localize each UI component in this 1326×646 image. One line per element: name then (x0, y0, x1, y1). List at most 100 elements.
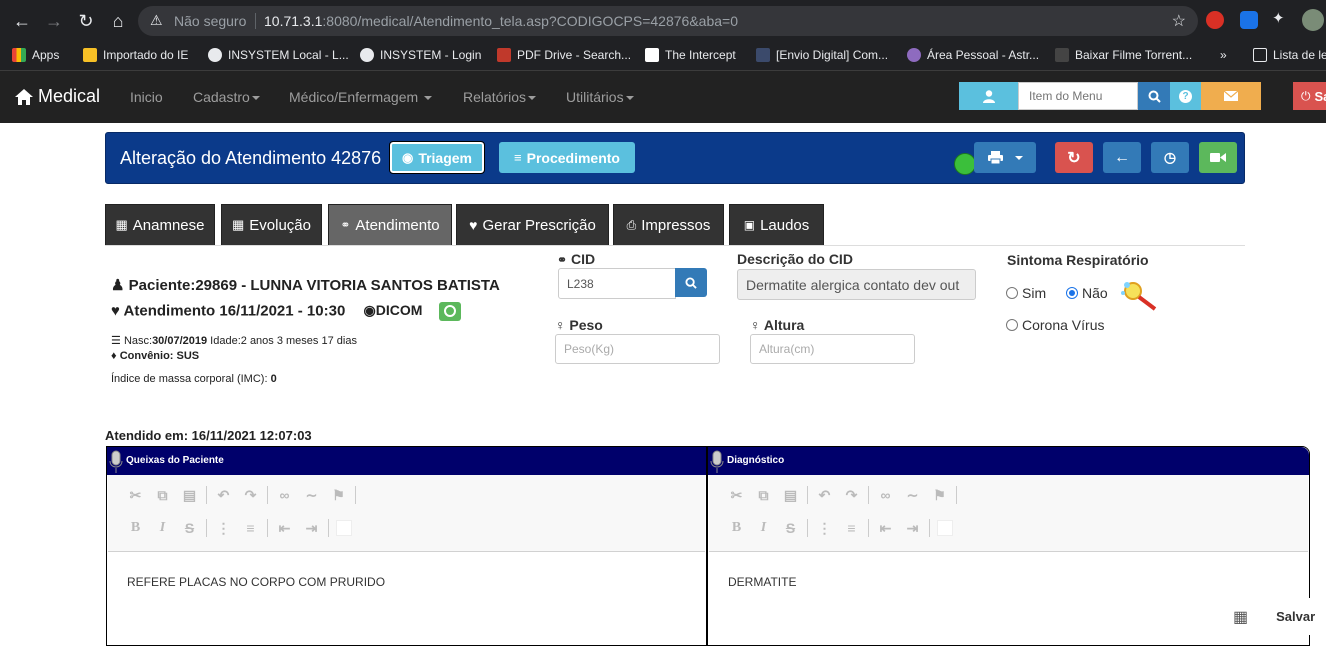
cut-icon[interactable]: ✂ (723, 485, 750, 505)
print-dropdown-button[interactable] (974, 142, 1036, 173)
bookmark-insystem-login[interactable]: INSYSTEM - Login (360, 48, 481, 62)
paste-icon[interactable]: ▤ (176, 485, 203, 505)
printer-icon: ⎙ (626, 217, 637, 232)
tab-impressos[interactable]: ⎙ Impressos (613, 204, 724, 245)
unlink-icon[interactable]: ∼ (298, 485, 325, 505)
italic-icon[interactable]: I (149, 518, 176, 538)
bookmark-baixar-filme[interactable]: Baixar Filme Torrent... (1055, 48, 1192, 62)
bookmarks-overflow[interactable]: » (1220, 48, 1227, 62)
url-text[interactable]: 10.71.3.1:8080/medical/Atendimento_tela.… (264, 13, 738, 29)
cid-search-button[interactable] (675, 268, 707, 297)
brand-home-link[interactable]: Medical (14, 86, 100, 107)
copy-icon[interactable]: ⧉ (149, 485, 176, 505)
flag-anchor-icon[interactable]: ⚑ (926, 485, 953, 505)
extension-snowflake-icon[interactable] (1240, 11, 1258, 29)
sintoma-sim-radio[interactable]: Sim (1006, 285, 1046, 301)
bulleted-list-icon[interactable]: ≡ (237, 518, 264, 538)
address-bar[interactable]: ⚠ Não seguro 10.71.3.1:8080/medical/Aten… (138, 6, 1198, 36)
profile-avatar[interactable] (1302, 9, 1324, 31)
cut-icon[interactable]: ✂ (122, 485, 149, 505)
strikethrough-icon[interactable]: S (777, 518, 804, 538)
altura-input[interactable]: Altura(cm) (750, 334, 915, 364)
italic-icon[interactable]: I (750, 518, 777, 538)
redo-icon[interactable]: ↷ (838, 485, 865, 505)
reload-icon[interactable]: ↻ (74, 10, 98, 32)
help-button[interactable]: ? (1170, 82, 1201, 110)
strikethrough-icon[interactable]: S (176, 518, 203, 538)
bookmark-pdf-drive[interactable]: PDF Drive - Search... (497, 48, 631, 62)
sintoma-nao-radio[interactable]: Não (1066, 285, 1108, 301)
outdent-icon[interactable]: ⇤ (872, 518, 899, 538)
home-icon[interactable]: ⌂ (106, 10, 130, 32)
numbered-list-icon[interactable]: ⋮ (811, 518, 838, 538)
unlink-icon[interactable]: ∼ (899, 485, 926, 505)
user-icon (982, 89, 995, 103)
bookmark-star-icon[interactable]: ☆ (1172, 11, 1186, 31)
bookmark-area-pessoal[interactable]: Área Pessoal - Astr... (907, 48, 1039, 62)
heart-icon: ♥ (469, 217, 478, 233)
triagem-button[interactable]: ◉ Triagem (389, 141, 485, 174)
menu-medico-enfermagem[interactable]: Médico/Enfermagem (289, 89, 433, 105)
flag-anchor-icon[interactable]: ⚑ (325, 485, 352, 505)
folder-icon (83, 48, 97, 62)
back-arrow-icon[interactable]: ← (10, 10, 34, 32)
indent-icon[interactable]: ⇥ (899, 518, 926, 538)
color-swatch[interactable] (937, 520, 953, 536)
numbered-list-icon[interactable]: ⋮ (210, 518, 237, 538)
bookmark-insystem-local[interactable]: INSYSTEM Local - L... (208, 48, 349, 62)
bookmark-apps[interactable]: Apps (12, 48, 59, 62)
search-icon (1148, 90, 1161, 103)
color-swatch[interactable] (336, 520, 352, 536)
tab-atendimento[interactable]: ⚭ Atendimento (328, 204, 452, 245)
menu-cadastro[interactable]: Cadastro (193, 89, 260, 105)
menu-relatorios[interactable]: Relatórios (463, 89, 537, 105)
cid-input[interactable]: L238 (558, 268, 676, 299)
messages-button[interactable] (1201, 82, 1261, 110)
extensions-puzzle-icon[interactable]: ✦ (1272, 9, 1290, 27)
copy-icon[interactable]: ⧉ (750, 485, 777, 505)
microphone-icon[interactable] (109, 449, 123, 473)
corona-virus-radio[interactable]: Corona Vírus (1006, 317, 1104, 333)
menu-inicio[interactable]: Inicio (130, 89, 163, 105)
microphone-icon[interactable] (710, 449, 724, 473)
bulleted-list-icon[interactable]: ≡ (838, 518, 865, 538)
bookmark-envio-digital[interactable]: [Envio Digital] Com... (756, 48, 888, 62)
video-call-button[interactable] (1199, 142, 1237, 173)
menu-search-button[interactable] (1138, 82, 1170, 110)
refresh-button[interactable]: ↻ (1055, 142, 1093, 173)
undo-icon[interactable]: ↶ (210, 485, 237, 505)
forward-arrow-icon[interactable]: → (42, 10, 66, 32)
whatsapp-button[interactable] (438, 302, 461, 321)
diagnostico-text[interactable]: DERMATITE (728, 575, 796, 589)
logout-button[interactable]: ⏻Sa (1293, 82, 1326, 110)
tab-gerar-prescricao[interactable]: ♥ Gerar Prescrição (456, 204, 609, 245)
indent-icon[interactable]: ⇥ (298, 518, 325, 538)
queixas-text[interactable]: REFERE PLACAS NO CORPO COM PRURIDO (127, 575, 385, 589)
redo-icon[interactable]: ↷ (237, 485, 264, 505)
extension-badge-icon[interactable] (1206, 11, 1224, 29)
tab-laudos[interactable]: ▣ Laudos (729, 204, 824, 245)
bookmark-folder-ie[interactable]: Importado do IE (83, 48, 188, 62)
tab-evolucao[interactable]: ▦ Evolução (221, 204, 322, 245)
back-button[interactable]: ← (1103, 142, 1141, 173)
history-button[interactable]: ◷ (1151, 142, 1189, 173)
link-icon[interactable]: ∞ (271, 485, 298, 505)
menu-search-input[interactable] (1018, 82, 1138, 110)
bold-icon[interactable]: B (122, 518, 149, 538)
outdent-icon[interactable]: ⇤ (271, 518, 298, 538)
tab-anamnese[interactable]: ▦ Anamnese (105, 204, 215, 245)
menu-utilitarios[interactable]: Utilitários (566, 89, 634, 105)
dicom-link[interactable]: ◉DICOM (363, 302, 422, 318)
save-floating-button[interactable]: ▦ Salvar (1226, 598, 1326, 635)
undo-icon[interactable]: ↶ (811, 485, 838, 505)
user-button[interactable] (959, 82, 1018, 110)
caret-down-icon (528, 96, 537, 101)
peso-input[interactable]: Peso(Kg) (555, 334, 720, 364)
pdf-drive-icon (497, 48, 511, 62)
bookmark-reading-list[interactable]: Lista de le (1253, 48, 1326, 62)
procedimento-button[interactable]: ≡ Procedimento (499, 142, 635, 173)
bold-icon[interactable]: B (723, 518, 750, 538)
bookmark-intercept[interactable]: The Intercept (645, 48, 736, 62)
link-icon[interactable]: ∞ (872, 485, 899, 505)
paste-icon[interactable]: ▤ (777, 485, 804, 505)
